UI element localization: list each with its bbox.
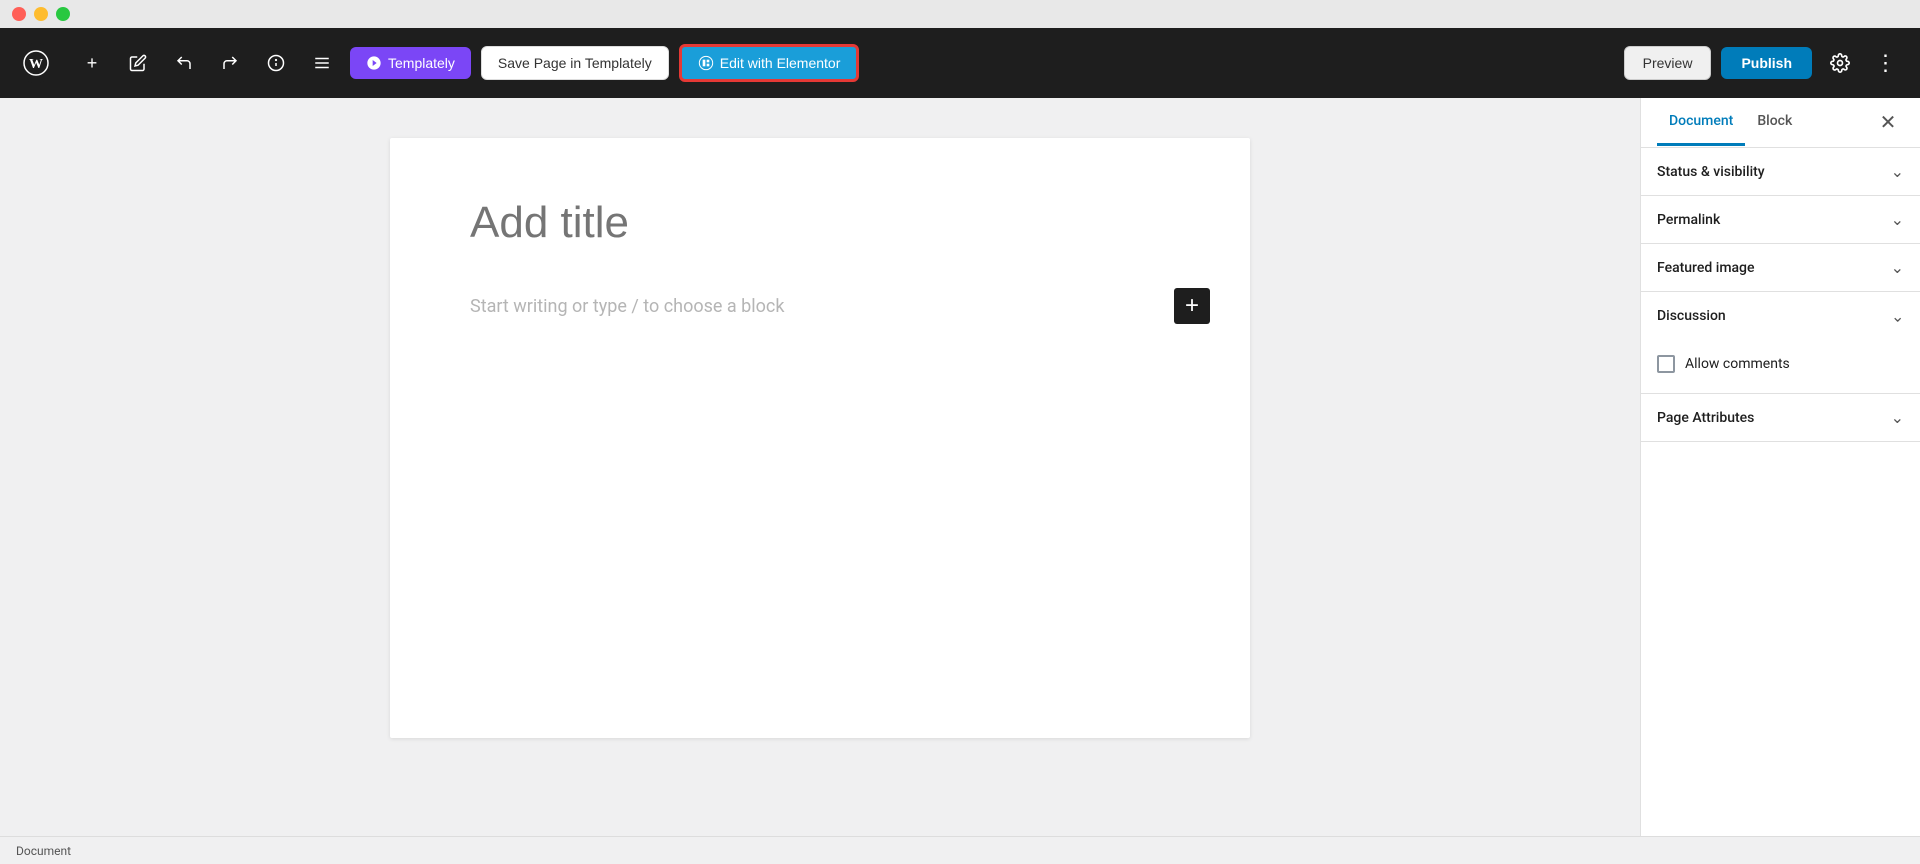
statusbar: Document [0, 836, 1920, 864]
more-options-button[interactable]: ⋮ [1868, 45, 1904, 81]
add-block-inline-button[interactable]: + [1174, 288, 1210, 324]
panel-page-attributes-title: Page Attributes [1657, 410, 1754, 426]
settings-button[interactable] [1822, 45, 1858, 81]
edit-with-elementor-button[interactable]: Edit with Elementor [679, 44, 860, 82]
preview-button[interactable]: Preview [1624, 46, 1712, 80]
toolbar: W + [0, 28, 1920, 98]
minimize-button[interactable] [34, 7, 48, 21]
info-button[interactable] [258, 45, 294, 81]
panel-status-visibility-header[interactable]: Status & visibility ⌄ [1641, 148, 1920, 195]
allow-comments-checkbox[interactable] [1657, 355, 1675, 373]
sidebar-close-button[interactable]: ✕ [1872, 107, 1904, 139]
maximize-button[interactable] [56, 7, 70, 21]
panel-status-visibility: Status & visibility ⌄ [1641, 148, 1920, 196]
panel-featured-image-header[interactable]: Featured image ⌄ [1641, 244, 1920, 291]
panel-status-visibility-title: Status & visibility [1657, 164, 1765, 180]
panel-permalink-title: Permalink [1657, 212, 1720, 228]
app: W + [0, 28, 1920, 864]
sidebar: Document Block ✕ Status & visibility ⌄ [1640, 98, 1920, 836]
sidebar-header: Document Block ✕ [1641, 98, 1920, 148]
panel-discussion: Discussion ⌃ Allow comments [1641, 292, 1920, 394]
content-area: Start writing or type / to choose a bloc… [0, 98, 1920, 836]
redo-button[interactable] [212, 45, 248, 81]
chevron-down-icon: ⌄ [1891, 258, 1904, 277]
editor-main: Start writing or type / to choose a bloc… [0, 98, 1640, 836]
editor-body-hint: Start writing or type / to choose a bloc… [470, 296, 784, 317]
titlebar [0, 0, 1920, 28]
add-block-toolbar-button[interactable]: + [74, 45, 110, 81]
panel-permalink-header[interactable]: Permalink ⌄ [1641, 196, 1920, 243]
panel-discussion-title: Discussion [1657, 308, 1726, 324]
allow-comments-row: Allow comments [1657, 351, 1904, 377]
wp-logo: W [16, 43, 56, 83]
svg-text:W: W [29, 57, 43, 72]
close-button[interactable] [12, 7, 26, 21]
post-title-input[interactable] [470, 198, 1170, 248]
panel-featured-image: Featured image ⌄ [1641, 244, 1920, 292]
chevron-up-icon: ⌃ [1891, 306, 1904, 325]
allow-comments-label: Allow comments [1685, 356, 1790, 372]
panel-permalink: Permalink ⌄ [1641, 196, 1920, 244]
edit-tool-button[interactable] [120, 45, 156, 81]
undo-button[interactable] [166, 45, 202, 81]
statusbar-document-label: Document [16, 844, 71, 858]
editor-canvas: Start writing or type / to choose a bloc… [390, 138, 1250, 738]
panel-page-attributes-header[interactable]: Page Attributes ⌄ [1641, 394, 1920, 441]
panel-discussion-header[interactable]: Discussion ⌃ [1641, 292, 1920, 339]
save-page-templately-button[interactable]: Save Page in Templately [481, 46, 669, 80]
tab-document[interactable]: Document [1657, 99, 1745, 146]
tab-block[interactable]: Block [1745, 99, 1804, 146]
panel-featured-image-title: Featured image [1657, 260, 1755, 276]
chevron-down-icon: ⌄ [1891, 210, 1904, 229]
publish-button[interactable]: Publish [1721, 47, 1812, 79]
menu-button[interactable] [304, 45, 340, 81]
templately-button[interactable]: Templately [350, 47, 471, 79]
panel-page-attributes: Page Attributes ⌄ [1641, 394, 1920, 442]
panel-discussion-body: Allow comments [1641, 339, 1920, 393]
chevron-down-icon: ⌄ [1891, 408, 1904, 427]
chevron-down-icon: ⌄ [1891, 162, 1904, 181]
